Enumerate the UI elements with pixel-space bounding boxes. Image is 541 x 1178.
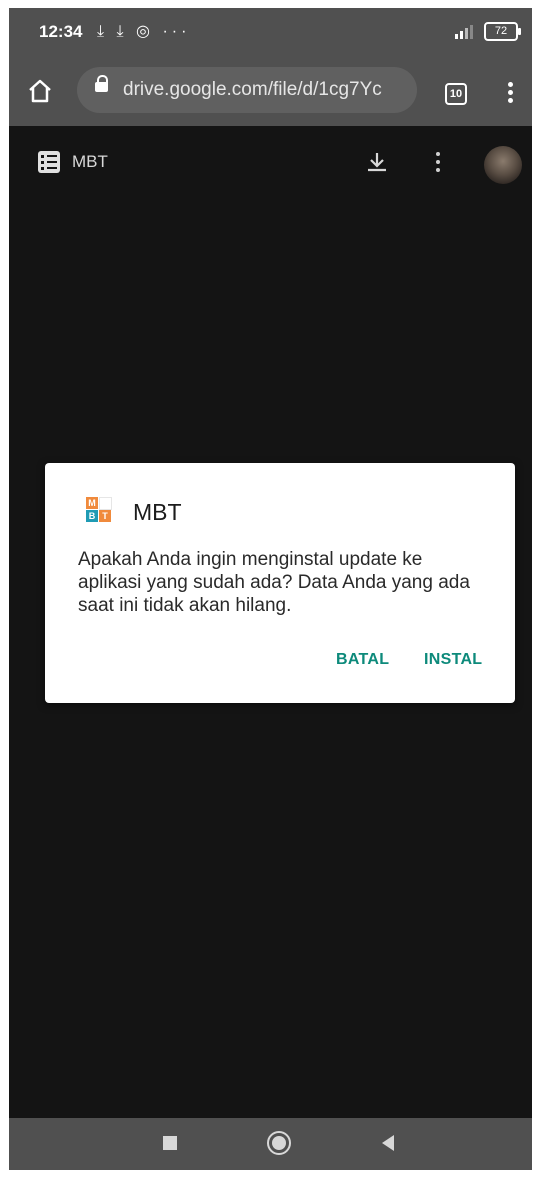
address-bar[interactable]: drive.google.com/file/d/1cg7Yc [77, 67, 417, 113]
dialog-message: Apakah Anda ingin menginstal update ke a… [78, 549, 470, 616]
install-button[interactable]: INSTAL [424, 651, 482, 669]
home-nav-icon[interactable] [267, 1131, 291, 1155]
battery-icon: 72 [484, 22, 521, 41]
lock-icon [95, 75, 108, 92]
cancel-button[interactable]: BATAL [336, 651, 389, 669]
status-bar: 12:34 ⤓ ⤓ ◎ ··· 72 [9, 8, 532, 58]
avatar[interactable] [484, 146, 522, 184]
browser-toolbar: drive.google.com/file/d/1cg7Yc 10 [9, 58, 532, 126]
phone-screen: 12:34 ⤓ ⤓ ◎ ··· 72 drive.google.com/file… [9, 8, 532, 1170]
download-icon[interactable] [365, 150, 389, 174]
url-text: drive.google.com/file/d/1cg7Yc [123, 79, 382, 100]
back-icon[interactable] [382, 1135, 394, 1151]
browser-menu-icon[interactable] [508, 82, 513, 106]
notification-icons: ⤓ ⤓ ◎ ··· [97, 23, 191, 40]
status-time: 12:34 [39, 22, 83, 41]
more-options-icon[interactable] [436, 152, 440, 176]
tab-switcher-button[interactable]: 10 [445, 83, 467, 105]
install-update-dialog: M B T MBT Apakah Anda ingin menginstal u… [45, 463, 515, 703]
system-navigation-bar [9, 1118, 532, 1170]
drive-viewer-header: MBT [9, 126, 532, 198]
recents-icon[interactable] [163, 1136, 177, 1150]
signal-icon [455, 25, 473, 39]
app-icon: M B T [86, 497, 112, 523]
home-icon[interactable] [27, 79, 53, 103]
file-title: MBT [72, 152, 108, 171]
dialog-title: MBT [133, 499, 182, 525]
file-details-icon[interactable] [38, 151, 60, 173]
